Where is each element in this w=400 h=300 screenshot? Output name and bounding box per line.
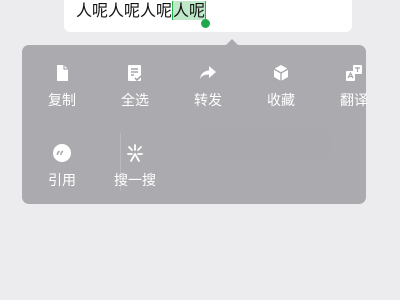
selected-text-label: 人呢: [173, 1, 206, 20]
menu-item-select-all[interactable]: 全选: [103, 63, 167, 123]
menu-label-quote: 引用: [48, 173, 76, 189]
message-text[interactable]: 人呢人呢人呢人呢: [76, 0, 211, 28]
menu-label-select-all: 全选: [121, 93, 149, 109]
selected-text[interactable]: 人呢: [172, 1, 211, 28]
menu-item-translate[interactable]: 翻译: [322, 63, 386, 123]
menu-divider: [120, 133, 121, 191]
forward-icon: [200, 66, 216, 79]
menu-item-quote[interactable]: 引用: [30, 143, 94, 203]
quote-icon: [53, 144, 71, 162]
menu-label-search: 搜一搜: [114, 173, 156, 189]
menu-item-forward[interactable]: 转发: [176, 63, 240, 123]
message-text-unselected: 人呢人呢人呢: [76, 1, 173, 20]
copy-icon: [57, 65, 68, 81]
menu-item-copy[interactable]: 复制: [30, 63, 94, 123]
menu-label-translate: 翻译: [340, 93, 368, 109]
menu-label-forward: 转发: [194, 93, 222, 109]
selection-handle[interactable]: [201, 19, 211, 28]
translate-icon: [346, 65, 362, 81]
menu-label-copy: 复制: [48, 93, 76, 109]
menu-label-favorite: 收藏: [267, 93, 295, 109]
search-icon: [127, 144, 143, 162]
menu-item-favorite[interactable]: 收藏: [249, 63, 313, 123]
context-menu: 复制 全选 转发 收藏 翻译 引用 搜一搜: [22, 45, 368, 204]
select-all-icon: [128, 65, 142, 82]
favorite-icon: [273, 65, 289, 81]
menu-item-search[interactable]: 搜一搜: [103, 143, 167, 203]
